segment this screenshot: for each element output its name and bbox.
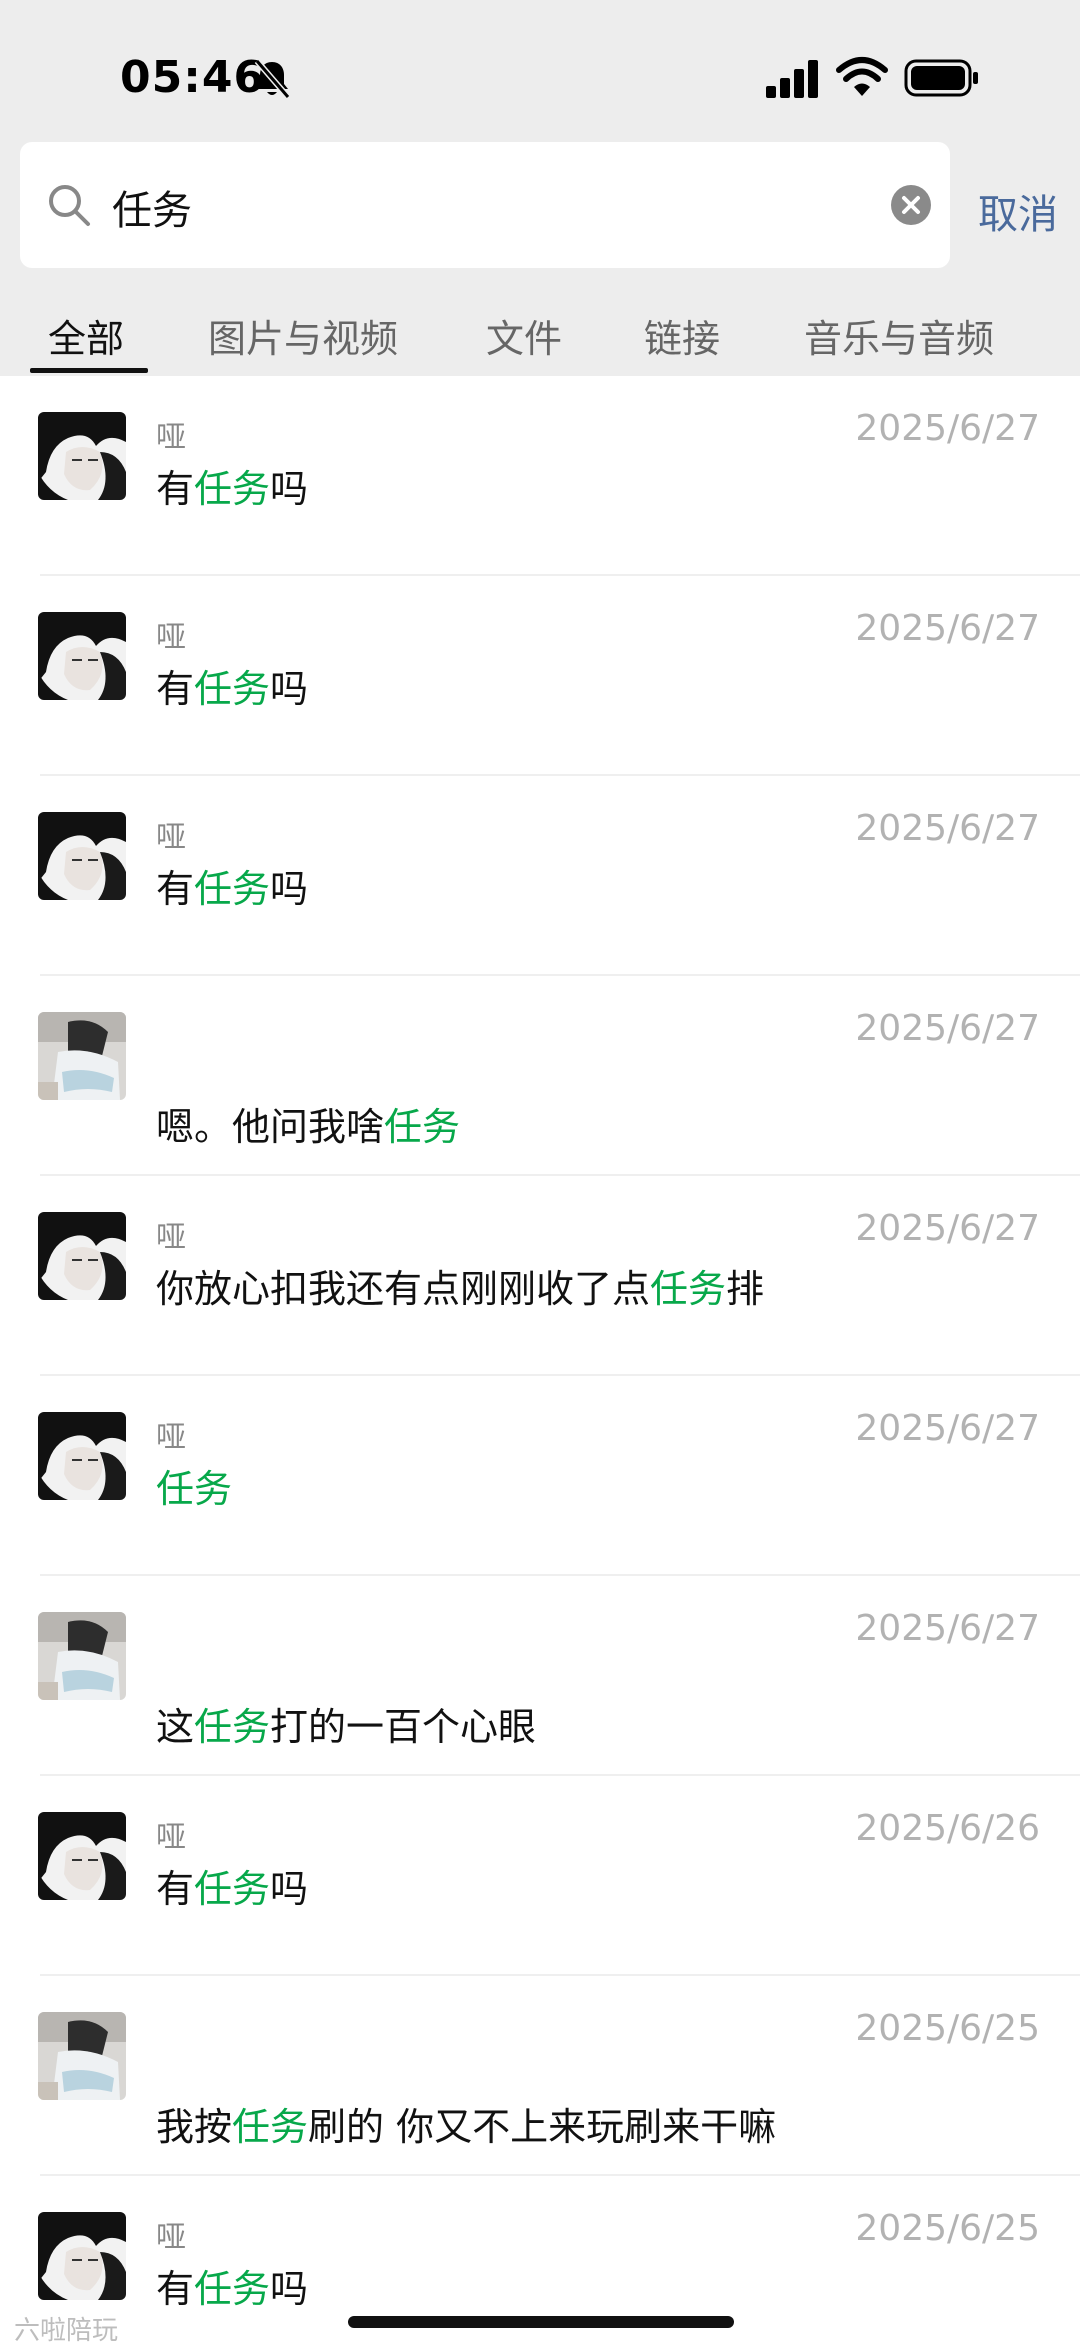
search-query: 任务 (112, 188, 192, 234)
cellular-signal-icon (766, 60, 818, 98)
snippet-after: 排 (726, 1267, 765, 1311)
light-photo-avatar (38, 1612, 126, 1700)
snippet-match: 任务 (194, 667, 271, 711)
snippet-before: 这 (156, 1705, 195, 1749)
dark-hair-avatar (38, 2212, 126, 2300)
snippet-before: 有 (156, 867, 195, 911)
snippet-match: 任务 (650, 1267, 727, 1311)
active-tab-indicator (30, 368, 148, 373)
snippet-after: 吗 (270, 867, 309, 911)
message-snippet: 有任务吗 (156, 1858, 308, 1913)
battery-icon (904, 59, 978, 97)
snippet-before: 有 (156, 1867, 195, 1911)
tab-links[interactable]: 链接 (644, 308, 720, 363)
snippet-after: 吗 (270, 667, 309, 711)
sender-name: 哑 (156, 420, 186, 455)
dark-hair-avatar (38, 1812, 126, 1900)
dark-hair-avatar (38, 612, 126, 700)
message-date: 2025/6/27 (855, 408, 1040, 449)
message-date: 2025/6/27 (855, 608, 1040, 649)
search-input[interactable]: 任务 (20, 142, 950, 268)
message-date: 2025/6/27 (855, 1008, 1040, 1049)
message-snippet: 你放心扣我还有点刚刚收了点任务排 (156, 1258, 764, 1313)
wifi-icon (836, 57, 888, 96)
message-snippet: 有任务吗 (156, 858, 308, 913)
snippet-before: 我按 (156, 2105, 233, 2149)
light-photo-avatar (38, 2012, 126, 2100)
search-result-item[interactable]: 哑 2025/6/27 有任务吗 (0, 376, 1080, 576)
tab-music-audio[interactable]: 音乐与音频 (804, 308, 994, 363)
snippet-before: 嗯。他问我啥 (156, 1105, 385, 1149)
snippet-before: 有 (156, 667, 195, 711)
tab-files[interactable]: 文件 (486, 308, 562, 363)
message-date: 2025/6/27 (855, 808, 1040, 849)
message-date: 2025/6/26 (855, 1808, 1040, 1849)
message-snippet: 嗯。他问我啥任务 (156, 1096, 460, 1151)
snippet-before: 有 (156, 2267, 195, 2311)
status-time: 05:46 (120, 52, 266, 103)
message-snippet: 有任务吗 (156, 458, 308, 513)
sender-name: 哑 (156, 1820, 186, 1855)
snippet-match: 任务 (156, 1467, 233, 1511)
snippet-match: 任务 (194, 867, 271, 911)
search-result-item[interactable]: 哑 2025/6/27 有任务吗 (0, 776, 1080, 976)
message-snippet: 有任务吗 (156, 2258, 308, 2313)
cancel-button[interactable]: 取消 (978, 182, 1058, 240)
snippet-after: 刷的 你又不上来玩刷来干嘛 (308, 2105, 777, 2149)
message-date: 2025/6/27 (855, 1208, 1040, 1249)
message-date: 2025/6/27 (855, 1608, 1040, 1649)
search-result-item[interactable]: 哑 2025/6/27 你放心扣我还有点刚刚收了点任务排 (0, 1176, 1080, 1376)
dark-hair-avatar (38, 412, 126, 500)
message-snippet: 任务 (156, 1458, 232, 1513)
search-result-item[interactable]: 2025/6/27 嗯。他问我啥任务 (0, 976, 1080, 1176)
search-result-item[interactable]: 哑 2025/6/27 任务 (0, 1376, 1080, 1576)
message-snippet: 这任务打的一百个心眼 (156, 1696, 536, 1751)
sender-name: 哑 (156, 620, 186, 655)
message-snippet: 有任务吗 (156, 658, 308, 713)
message-date: 2025/6/25 (855, 2008, 1040, 2049)
snippet-match: 任务 (194, 1705, 271, 1749)
snippet-match: 任务 (384, 1105, 461, 1149)
snippet-before: 你放心扣我还有点刚刚收了点 (156, 1267, 651, 1311)
dark-hair-avatar (38, 812, 126, 900)
tab-all[interactable]: 全部 (48, 308, 124, 363)
snippet-after: 吗 (270, 467, 309, 511)
snippet-match: 任务 (194, 2267, 271, 2311)
light-photo-avatar (38, 1012, 126, 1100)
snippet-before: 有 (156, 467, 195, 511)
search-result-item[interactable]: 哑 2025/6/26 有任务吗 (0, 1776, 1080, 1976)
sender-name: 哑 (156, 820, 186, 855)
dark-hair-avatar (38, 1212, 126, 1300)
search-icon (49, 185, 90, 226)
snippet-after: 打的一百个心眼 (270, 1705, 537, 1749)
message-snippet: 我按任务刷的 你又不上来玩刷来干嘛 (156, 2096, 776, 2151)
tab-photos-videos[interactable]: 图片与视频 (208, 308, 398, 363)
dark-hair-avatar (38, 1412, 126, 1500)
search-result-item[interactable]: 2025/6/25 我按任务刷的 你又不上来玩刷来干嘛 (0, 1976, 1080, 2176)
message-date: 2025/6/25 (855, 2208, 1040, 2249)
search-results-list: 哑 2025/6/27 有任务吗哑 2025/6/27 有任务吗哑 2025/6/27 有任… (0, 376, 1080, 2346)
home-indicator[interactable] (348, 2316, 734, 2328)
snippet-after: 吗 (270, 2267, 309, 2311)
search-result-item[interactable]: 2025/6/27 这任务打的一百个心眼 (0, 1576, 1080, 1776)
watermark: 六啦陪玩 (14, 2316, 119, 2346)
search-result-item[interactable]: 哑 2025/6/27 有任务吗 (0, 576, 1080, 776)
sender-name: 哑 (156, 1220, 186, 1255)
snippet-match: 任务 (194, 1867, 271, 1911)
sender-name: 哑 (156, 1420, 186, 1455)
bell-slash-icon (254, 59, 291, 99)
sender-name: 哑 (156, 2220, 186, 2255)
snippet-match: 任务 (232, 2105, 309, 2149)
snippet-after: 吗 (270, 1867, 309, 1911)
clear-icon[interactable] (890, 184, 932, 226)
snippet-match: 任务 (194, 467, 271, 511)
message-date: 2025/6/27 (855, 1408, 1040, 1449)
